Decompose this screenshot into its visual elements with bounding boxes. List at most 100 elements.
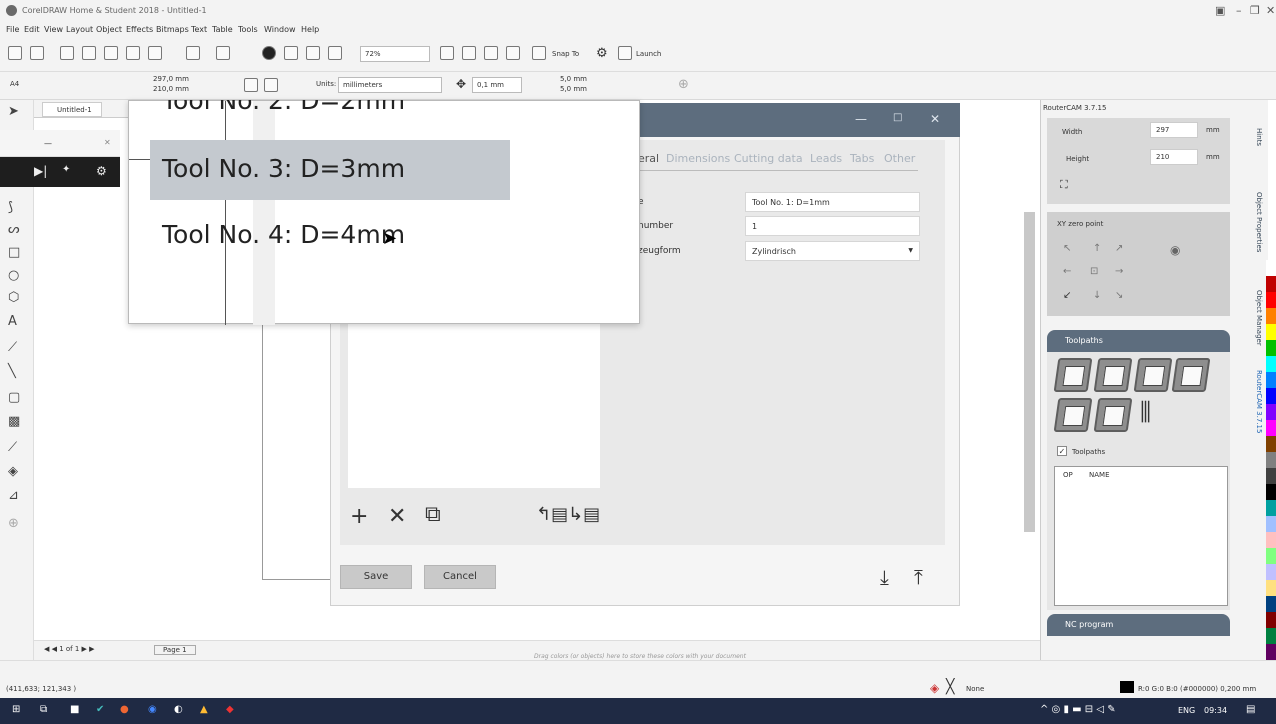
tab-other[interactable]: Other (884, 152, 915, 165)
arc-toolpath-icon[interactable] (1093, 398, 1133, 432)
launch-label[interactable]: Launch (636, 50, 661, 58)
import-icon[interactable] (284, 46, 298, 60)
fill-tool-icon[interactable]: ◈ (8, 464, 18, 479)
canvas-vertical-scrollbar[interactable] (1024, 212, 1035, 532)
palette-swatch[interactable] (1266, 436, 1276, 452)
menu-bitmaps[interactable]: Bitmaps (156, 25, 189, 34)
transparency-tool-icon[interactable]: ▢ (8, 390, 20, 405)
width-input[interactable]: 297 (1150, 122, 1198, 138)
palette-swatch[interactable] (1266, 260, 1276, 276)
dialog-minimize-button[interactable]: — (855, 112, 867, 126)
language-indicator[interactable]: ENG (1178, 706, 1195, 715)
menu-object[interactable]: Object (96, 25, 122, 34)
launch-icon[interactable] (618, 46, 632, 60)
add-icon[interactable]: ⊕ (678, 77, 689, 92)
menu-window[interactable]: Window (264, 25, 296, 34)
add-tool-icon[interactable]: ⊕ (8, 516, 19, 531)
menu-text[interactable]: Text (191, 25, 207, 34)
contour-toolpath-icon[interactable] (1053, 358, 1093, 392)
toolpaths-checkbox[interactable]: ✓ (1057, 446, 1067, 456)
duplicate-x-field[interactable]: 5,0 mm (560, 75, 587, 83)
drill-toolpath-icon[interactable] (1133, 358, 1173, 392)
delete-tool-button[interactable]: ✕ (388, 504, 406, 529)
tab-general[interactable]: eral (638, 152, 659, 165)
options-gear-icon[interactable]: ⚙ (596, 46, 608, 61)
taskbar-app-icon[interactable]: ▲ (200, 704, 208, 715)
move-down-button[interactable]: ↳▤ (568, 504, 600, 525)
arrow-sw-icon[interactable]: ↙ (1063, 290, 1071, 301)
snap-to-icon[interactable] (532, 46, 546, 60)
palette-swatch[interactable] (1266, 356, 1276, 372)
vtab-hints[interactable]: Hints (1255, 128, 1263, 146)
arrow-nw-icon[interactable]: ↖ (1063, 243, 1071, 254)
vtab-object-manager[interactable]: Object Manager (1255, 290, 1263, 346)
taskbar-app-icon[interactable]: ■ (70, 704, 79, 715)
tool-number-input[interactable]: 1 (745, 216, 920, 236)
undo-icon[interactable] (186, 46, 200, 60)
menu-edit[interactable]: Edit (24, 25, 40, 34)
pattern-tool-icon[interactable]: ▩ (8, 414, 20, 429)
height-input[interactable]: 210 (1150, 149, 1198, 165)
guidelines-icon[interactable] (506, 46, 520, 60)
palette-swatch[interactable] (1266, 404, 1276, 420)
snap-to-label[interactable]: Snap To (552, 50, 579, 58)
arrow-w-icon[interactable]: ← (1063, 266, 1071, 277)
redo-icon[interactable] (216, 46, 230, 60)
page-size-select[interactable]: A4 (6, 77, 134, 93)
arrow-s-icon[interactable]: ↓ (1093, 290, 1101, 301)
minimize-icon[interactable]: — (44, 139, 52, 148)
tray-icons[interactable]: ^ ◎ ▮ ▬ ⊟ ◁ ✎ (1040, 704, 1116, 715)
arrow-ne-icon[interactable]: ↗ (1115, 243, 1123, 254)
add-tool-button[interactable]: + (350, 504, 368, 529)
palette-swatch[interactable] (1266, 644, 1276, 660)
rulers-icon[interactable] (462, 46, 476, 60)
paste-icon[interactable] (148, 46, 162, 60)
taskbar-app-icon[interactable]: ◉ (148, 704, 157, 715)
tool-shape-select[interactable]: Zylindrisch ▼ (745, 241, 920, 261)
center-icon[interactable]: ⊡ (1090, 266, 1098, 277)
palette-swatch[interactable] (1266, 292, 1276, 308)
palette-swatch[interactable] (1266, 324, 1276, 340)
open-folder-icon[interactable] (30, 46, 44, 60)
pick-tool-icon[interactable]: ➤ (8, 104, 19, 119)
dialog-maximize-button[interactable]: □ (893, 112, 902, 123)
page-height-field[interactable]: 210,0 mm (153, 85, 189, 93)
taskbar-app-icon[interactable]: ● (120, 704, 129, 715)
zoom-level-field[interactable]: 72% (360, 46, 430, 62)
palette-swatch[interactable] (1266, 564, 1276, 580)
arrow-n-icon[interactable]: ↑ (1093, 243, 1101, 254)
copy-tool-button[interactable]: ⧉ (425, 502, 441, 527)
menu-view[interactable]: View (44, 25, 63, 34)
dropdown-item-tool-4[interactable]: Tool No. 4: D=4mm (150, 212, 510, 256)
publish-pdf-icon[interactable] (328, 46, 342, 60)
taskbar-app-icon[interactable]: ◐ (174, 704, 183, 715)
palette-swatch[interactable] (1266, 612, 1276, 628)
pocket-toolpath-icon[interactable] (1093, 358, 1133, 392)
text-tool-icon[interactable]: A (8, 314, 17, 329)
restore-icon[interactable]: ▣ (1215, 4, 1225, 17)
text-toolpath-icon[interactable] (1053, 398, 1093, 432)
toolpaths-header[interactable]: Toolpaths (1047, 330, 1230, 352)
landscape-icon[interactable] (264, 78, 278, 92)
taskbar-app-icon[interactable]: ◆ (226, 704, 234, 715)
skip-next-icon[interactable]: ▶| (34, 164, 47, 178)
palette-swatch[interactable] (1266, 340, 1276, 356)
bezier-tool-icon[interactable]: ᔕ (8, 222, 20, 237)
fit-frame-icon[interactable]: ⛶ (1060, 178, 1068, 192)
portrait-icon[interactable] (244, 78, 258, 92)
rectangle-tool-icon[interactable]: □ (8, 245, 20, 260)
cancel-button[interactable]: Cancel (424, 565, 496, 589)
page-width-field[interactable]: 297,0 mm (153, 75, 189, 83)
close-button[interactable]: ✕ (1266, 4, 1275, 17)
eyedropper-tool-icon[interactable]: ⟋ (8, 440, 17, 455)
palette-swatch[interactable] (1266, 516, 1276, 532)
task-view-icon[interactable]: ⧉ (40, 704, 47, 715)
cut-icon[interactable] (104, 46, 118, 60)
palette-swatch[interactable] (1266, 484, 1276, 500)
save-icon[interactable] (60, 46, 74, 60)
dialog-close-button[interactable]: ✕ (930, 112, 940, 126)
dropdown-item-tool-2[interactable]: Tool No. 2: D=2mm (150, 100, 510, 128)
nc-program-header[interactable]: NC program (1047, 614, 1230, 636)
palette-swatch[interactable] (1266, 372, 1276, 388)
tool-list[interactable] (348, 322, 600, 488)
